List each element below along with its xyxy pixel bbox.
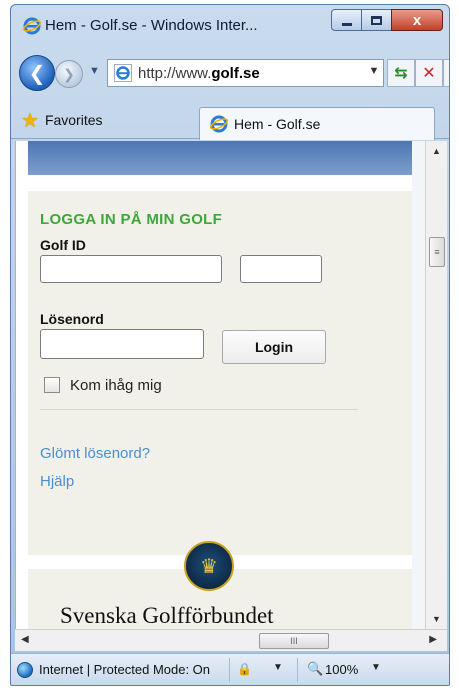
ie-logo-icon [23, 17, 41, 35]
page-content: LOGGA IN PÅ MIN GOLF Golf ID Lösenord Lo… [15, 141, 425, 629]
address-dropdown-icon[interactable]: ▼ [367, 65, 381, 77]
stop-button[interactable]: ✕ [415, 59, 443, 87]
zoom-icon[interactable]: 🔍 [307, 661, 323, 677]
tab-label: Hem - Golf.se [234, 116, 321, 132]
horizontal-scroll-thumb[interactable]: III [259, 633, 329, 649]
login-heading: LOGGA IN PÅ MIN GOLF [40, 211, 223, 228]
address-bar[interactable]: http://www.golf.se ▼ [107, 59, 384, 87]
page-ie-icon [114, 64, 132, 82]
golf-id-input[interactable] [40, 255, 222, 283]
tab-bar: ★ Favorites Hem - Golf.se [11, 101, 449, 140]
vertical-scrollbar[interactable]: ▲ ≡ ▼ [425, 141, 447, 629]
back-button[interactable]: ❮ [19, 55, 55, 91]
title-bar[interactable]: Hem - Golf.se - Windows Inter... x [11, 5, 449, 47]
maximize-button[interactable] [361, 9, 391, 31]
address-url: http://www.golf.se [138, 65, 260, 82]
status-divider [297, 658, 298, 682]
scroll-up-button[interactable]: ▲ [426, 141, 447, 161]
page-right-gutter [412, 141, 425, 629]
browser-window: Hem - Golf.se - Windows Inter... x ❮ ❯ ▼ [10, 4, 450, 686]
tab-hem-golf[interactable]: Hem - Golf.se [199, 107, 435, 140]
scroll-down-icon: ▼ [432, 614, 441, 624]
protected-mode-icon[interactable]: 🔒 [237, 662, 252, 676]
stop-icon: ✕ [422, 65, 436, 82]
minimize-icon [341, 22, 352, 26]
help-link[interactable]: Hjälp [40, 473, 74, 490]
password-input[interactable] [40, 329, 204, 359]
login-button[interactable]: Login [222, 330, 326, 364]
security-zone-text[interactable]: Internet | Protected Mode: On [39, 662, 225, 677]
navigation-bar: ❮ ❯ ▼ http://www.golf.se ▼ ⇆ ✕ 8 [11, 51, 449, 95]
zoom-dropdown-icon[interactable]: ▼ [371, 662, 381, 673]
golf-federation-emblem-icon: ♛ [184, 541, 234, 591]
address-prefix: http://www. [138, 64, 212, 82]
back-arrow-icon: ❮ [28, 62, 46, 85]
zoom-level[interactable]: 100% [325, 662, 358, 677]
window-controls: x [331, 9, 443, 31]
favorites-star-icon: ★ [21, 109, 39, 132]
status-bar: Internet | Protected Mode: On 🔒 ▼ 🔍 100%… [11, 653, 449, 685]
maximize-icon [371, 15, 382, 25]
address-domain: golf.se [211, 64, 260, 82]
forward-button[interactable]: ❯ [55, 60, 83, 88]
golf-id-label: Golf ID [40, 237, 86, 253]
refresh-icon: ⇆ [394, 65, 408, 82]
forward-arrow-icon: ❯ [63, 65, 75, 82]
close-icon: x [412, 11, 422, 29]
favorites-button[interactable]: ★ Favorites [15, 105, 109, 135]
window-title: Hem - Golf.se - Windows Inter... [45, 17, 258, 34]
vertical-scroll-thumb[interactable]: ≡ [429, 237, 445, 267]
scroll-down-button[interactable]: ▼ [426, 609, 447, 629]
emblem-crown-icon: ♛ [200, 555, 218, 578]
scroll-grip-icon: ≡ [434, 247, 440, 257]
internet-zone-icon [17, 662, 33, 678]
scroll-up-icon: ▲ [432, 146, 441, 156]
search-provider-button[interactable]: 8 [443, 59, 449, 87]
password-label: Lösenord [40, 311, 104, 327]
protected-mode-dropdown-icon[interactable]: ▼ [273, 662, 283, 673]
organization-name: Svenska Golfförbundet [60, 603, 274, 628]
remember-me-label: Kom ihåg mig [70, 377, 162, 394]
site-header-banner [28, 141, 412, 175]
forgot-password-link[interactable]: Glömt lösenord? [40, 445, 150, 462]
scroll-right-icon[interactable]: ▶ [429, 634, 437, 645]
history-dropdown-icon[interactable]: ▼ [89, 65, 100, 77]
scroll-left-icon[interactable]: ◀ [21, 634, 29, 645]
minimize-button[interactable] [331, 9, 361, 31]
favorites-label: Favorites [44, 112, 103, 128]
remember-me-checkbox[interactable] [44, 377, 60, 393]
refresh-button[interactable]: ⇆ [387, 59, 415, 87]
login-divider [40, 409, 358, 410]
tab-ie-icon [210, 115, 228, 133]
golf-id-suffix-input[interactable] [240, 255, 322, 283]
close-button[interactable]: x [391, 9, 443, 31]
status-divider [229, 658, 230, 682]
horizontal-scrollbar[interactable]: ◀ III ▶ [15, 629, 447, 651]
horizontal-grip-icon: III [290, 636, 298, 646]
